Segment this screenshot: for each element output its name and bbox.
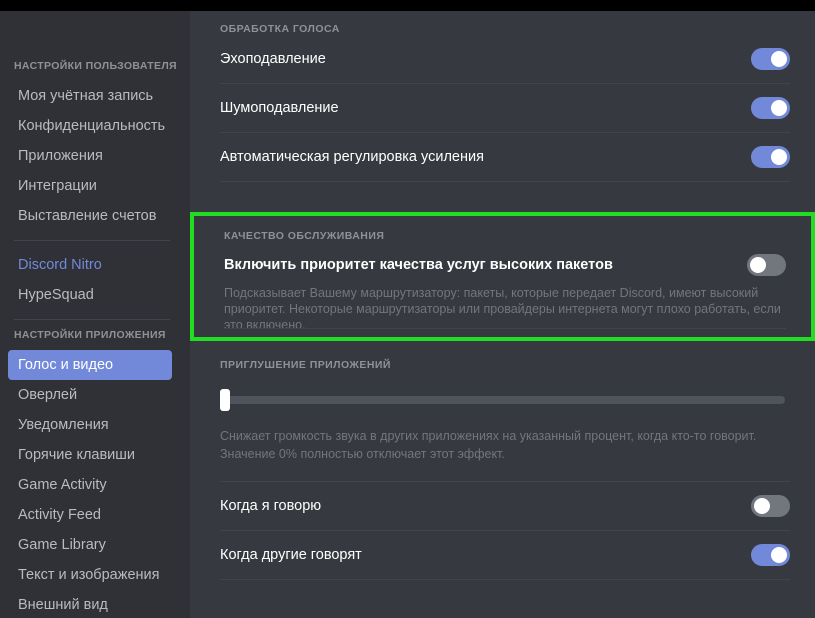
sidebar-item-applications[interactable]: Приложения bbox=[8, 141, 172, 171]
discord-settings-window: НАСТРОЙКИ ПОЛЬЗОВАТЕЛЯ Моя учётная запис… bbox=[0, 0, 815, 618]
toggle-echo-cancellation[interactable] bbox=[751, 48, 790, 70]
settings-sidebar: НАСТРОЙКИ ПОЛЬЗОВАТЕЛЯ Моя учётная запис… bbox=[0, 11, 190, 618]
sidebar-item-privacy[interactable]: Конфиденциальность bbox=[8, 111, 172, 141]
divider-after-qos bbox=[224, 328, 786, 329]
voice-processing-section: ОБРАБОТКА ГОЛОСА Эхоподавление Шумоподав… bbox=[190, 11, 815, 182]
sidebar-item-discord-nitro[interactable]: Discord Nitro bbox=[8, 250, 172, 280]
divider-after-automatic-gain-control bbox=[220, 181, 790, 182]
row-automatic-gain-control: Автоматическая регулировка усиления bbox=[220, 133, 790, 181]
sidebar-divider-2 bbox=[14, 319, 170, 320]
settings-content-panel: ОБРАБОТКА ГОЛОСА Эхоподавление Шумоподав… bbox=[190, 11, 815, 618]
qos-title-label: Включить приоритет качества услуг высоки… bbox=[224, 257, 613, 273]
sidebar-item-activity-feed[interactable]: Activity Feed bbox=[8, 500, 172, 530]
attenuation-slider-handle[interactable] bbox=[220, 389, 230, 411]
sidebar-item-integrations[interactable]: Интеграции bbox=[8, 171, 172, 201]
sidebar-item-overlay[interactable]: Оверлей bbox=[8, 380, 172, 410]
sidebar-item-appearance[interactable]: Внешний вид bbox=[8, 590, 172, 618]
row-noise-suppression: Шумоподавление bbox=[220, 84, 790, 132]
toggle-knob-icon bbox=[771, 100, 787, 116]
toggle-automatic-gain-control[interactable] bbox=[751, 146, 790, 168]
sidebar-item-text-and-images[interactable]: Текст и изображения bbox=[8, 560, 172, 590]
toggle-knob-icon bbox=[771, 51, 787, 67]
row-echo-cancellation: Эхоподавление bbox=[220, 35, 790, 83]
row-when-i-speak-label: Когда я говорю bbox=[220, 498, 321, 514]
window-top-strip bbox=[0, 0, 815, 11]
qos-description: Подсказывает Вашему маршрутизатору: паке… bbox=[224, 285, 784, 333]
quality-of-service-section: КАЧЕСТВО ОБСЛУЖИВАНИЯ Включить приоритет… bbox=[194, 216, 811, 333]
toggle-knob-icon bbox=[771, 149, 787, 165]
attenuation-section-label: ПРИГЛУШЕНИЕ ПРИЛОЖЕНИЙ bbox=[220, 359, 790, 371]
voice-processing-section-label: ОБРАБОТКА ГОЛОСА bbox=[220, 23, 790, 35]
attenuation-slider-track[interactable] bbox=[220, 396, 785, 404]
sidebar-item-game-library[interactable]: Game Library bbox=[8, 530, 172, 560]
toggle-when-i-speak[interactable] bbox=[751, 495, 790, 517]
sidebar-item-voice-and-video[interactable]: Голос и видео bbox=[8, 350, 172, 380]
toggle-knob-icon bbox=[771, 547, 787, 563]
row-automatic-gain-control-label: Автоматическая регулировка усиления bbox=[220, 149, 484, 165]
row-enable-qos-high-packet-priority: Включить приоритет качества услуг высоки… bbox=[224, 254, 786, 276]
sidebar-item-game-activity[interactable]: Game Activity bbox=[8, 470, 172, 500]
row-echo-cancellation-label: Эхоподавление bbox=[220, 51, 326, 67]
row-when-others-speak-label: Когда другие говорят bbox=[220, 547, 362, 563]
toggle-noise-suppression[interactable] bbox=[751, 97, 790, 119]
toggle-knob-icon bbox=[754, 498, 770, 514]
toggle-qos-high-packet-priority[interactable] bbox=[747, 254, 786, 276]
row-noise-suppression-label: Шумоподавление bbox=[220, 100, 339, 116]
attenuation-slider[interactable] bbox=[220, 389, 790, 411]
sidebar-section-user-settings: НАСТРОЙКИ ПОЛЬЗОВАТЕЛЯ bbox=[0, 60, 190, 72]
sidebar-item-billing[interactable]: Выставление счетов bbox=[8, 201, 172, 231]
toggle-knob-icon bbox=[750, 257, 766, 273]
sidebar-item-notifications[interactable]: Уведомления bbox=[8, 410, 172, 440]
divider-after-when-others-speak bbox=[220, 579, 790, 580]
sidebar-divider-1 bbox=[14, 240, 170, 241]
attenuation-description: Снижает громкость звука в других приложе… bbox=[220, 427, 790, 463]
sidebar-section-app-settings: НАСТРОЙКИ ПРИЛОЖЕНИЯ bbox=[0, 329, 190, 341]
quality-of-service-highlight-box: КАЧЕСТВО ОБСЛУЖИВАНИЯ Включить приоритет… bbox=[190, 212, 815, 341]
sidebar-item-hypesquad[interactable]: HypeSquad bbox=[8, 280, 172, 310]
toggle-when-others-speak[interactable] bbox=[751, 544, 790, 566]
sidebar-item-my-account[interactable]: Моя учётная запись bbox=[8, 81, 172, 111]
qos-section-label: КАЧЕСТВО ОБСЛУЖИВАНИЯ bbox=[224, 230, 786, 242]
row-when-i-speak: Когда я говорю bbox=[220, 482, 790, 530]
attenuation-section: ПРИГЛУШЕНИЕ ПРИЛОЖЕНИЙ Снижает громкость… bbox=[190, 359, 815, 580]
row-when-others-speak: Когда другие говорят bbox=[220, 531, 790, 579]
sidebar-item-keybinds[interactable]: Горячие клавиши bbox=[8, 440, 172, 470]
